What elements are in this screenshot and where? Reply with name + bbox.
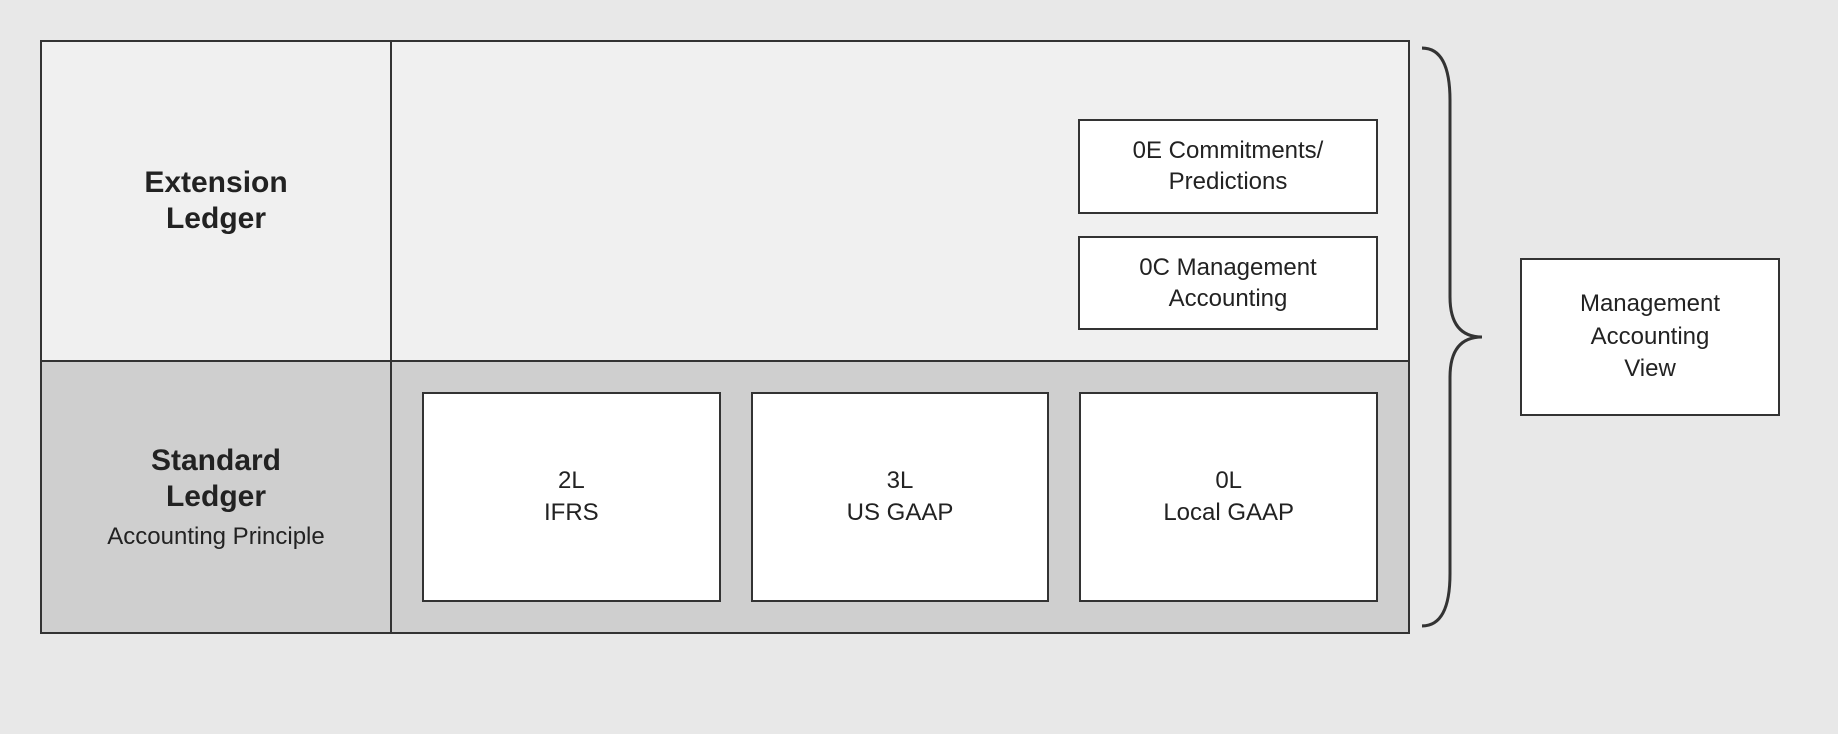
mview-line: Management [1544,288,1756,320]
standard-ledger-row: Standard Ledger Accounting Principle 2L … [42,362,1408,632]
management-accounting-box: 0C Management Accounting [1078,236,1378,330]
box-line: Predictions [1102,166,1354,197]
management-accounting-view-box: Management Accounting View [1520,258,1780,415]
title-line: Ledger [151,479,281,515]
diagram-root: Extension Ledger 0E Commitments/ Predict… [40,40,1798,634]
standard-ledger-content: 2L IFRS 3L US GAAP 0L Local GAAP [392,362,1408,632]
title-line: Extension [144,165,287,201]
extension-ledger-row: Extension Ledger 0E Commitments/ Predict… [42,42,1408,362]
brace-icon [1410,40,1490,634]
box-name: IFRS [544,497,599,529]
box-name: Local GAAP [1163,497,1294,529]
box-code: 2L [558,465,585,497]
us-gaap-box: 3L US GAAP [751,392,1050,602]
commitments-box: 0E Commitments/ Predictions [1078,119,1378,213]
extension-ledger-content: 0E Commitments/ Predictions 0C Managemen… [392,42,1408,360]
box-line: 0C Management [1102,252,1354,283]
box-name: US GAAP [847,497,954,529]
extension-ledger-label-cell: Extension Ledger [42,42,392,360]
standard-ledger-subtitle: Accounting Principle [107,523,324,551]
ifrs-box: 2L IFRS [422,392,721,602]
box-line: 0E Commitments/ [1102,135,1354,166]
box-code: 3L [887,465,914,497]
title-line: Standard [151,443,281,479]
box-code: 0L [1215,465,1242,497]
local-gaap-box: 0L Local GAAP [1079,392,1378,602]
extension-ledger-title: Extension Ledger [144,165,287,237]
standard-ledger-label-cell: Standard Ledger Accounting Principle [42,362,392,632]
mview-line: View [1544,353,1756,385]
box-line: Accounting [1102,283,1354,314]
title-line: Ledger [144,201,287,237]
mview-line: Accounting [1544,321,1756,353]
standard-ledger-title: Standard Ledger [151,443,281,515]
ledger-table: Extension Ledger 0E Commitments/ Predict… [40,40,1410,634]
